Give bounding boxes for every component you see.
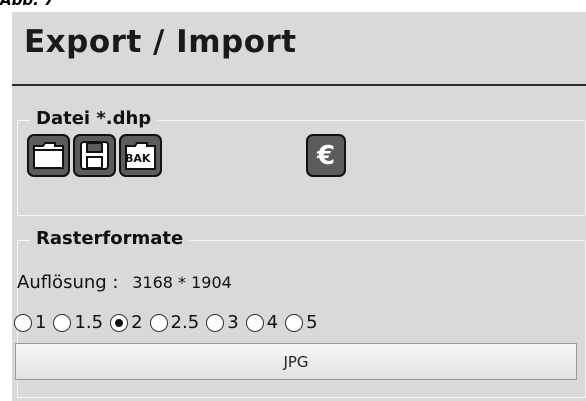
euro-button[interactable]: € (306, 134, 346, 177)
radio-circle (149, 313, 168, 332)
title-divider (12, 84, 586, 86)
radio-circle-selected (110, 313, 129, 332)
backup-label: BAK (125, 152, 151, 165)
figure-caption: Abb. 7 (0, 0, 55, 9)
scale-option-1-5[interactable]: 1.5 (53, 312, 103, 333)
resolution-value: 3168 * 1904 (132, 273, 232, 292)
resolution-label: Auflösung : (17, 272, 119, 293)
rasterformate-group-label: Rasterformate (30, 228, 190, 249)
radio-circle (53, 313, 72, 332)
scale-option-2[interactable]: 2 (110, 312, 143, 333)
resolution-row: Auflösung : 3168 * 1904 (17, 272, 232, 293)
scale-option-4[interactable]: 4 (245, 312, 278, 333)
scale-option-1[interactable]: 1 (14, 312, 46, 333)
radio-circle (285, 313, 304, 332)
radio-circle (14, 313, 32, 332)
export-jpg-button[interactable]: JPG (15, 343, 577, 380)
page-title: Export / Import (24, 24, 297, 60)
scale-option-2-5[interactable]: 2.5 (149, 312, 199, 333)
save-disk-icon (80, 141, 109, 170)
scale-option-3[interactable]: 3 (206, 312, 239, 333)
euro-icon: € (316, 140, 336, 171)
scale-radio-group: 1 1.5 2 2.5 3 4 5 (14, 312, 325, 333)
radio-dot (115, 318, 124, 327)
open-file-button[interactable] (27, 134, 70, 177)
radio-circle (206, 313, 225, 332)
datei-group-label: Datei *.dhp (30, 108, 158, 129)
backup-file-button[interactable]: BAK (119, 134, 162, 177)
radio-circle (245, 313, 264, 332)
save-file-button[interactable] (73, 134, 116, 177)
scale-option-5[interactable]: 5 (285, 312, 318, 333)
folder-icon (33, 142, 64, 169)
